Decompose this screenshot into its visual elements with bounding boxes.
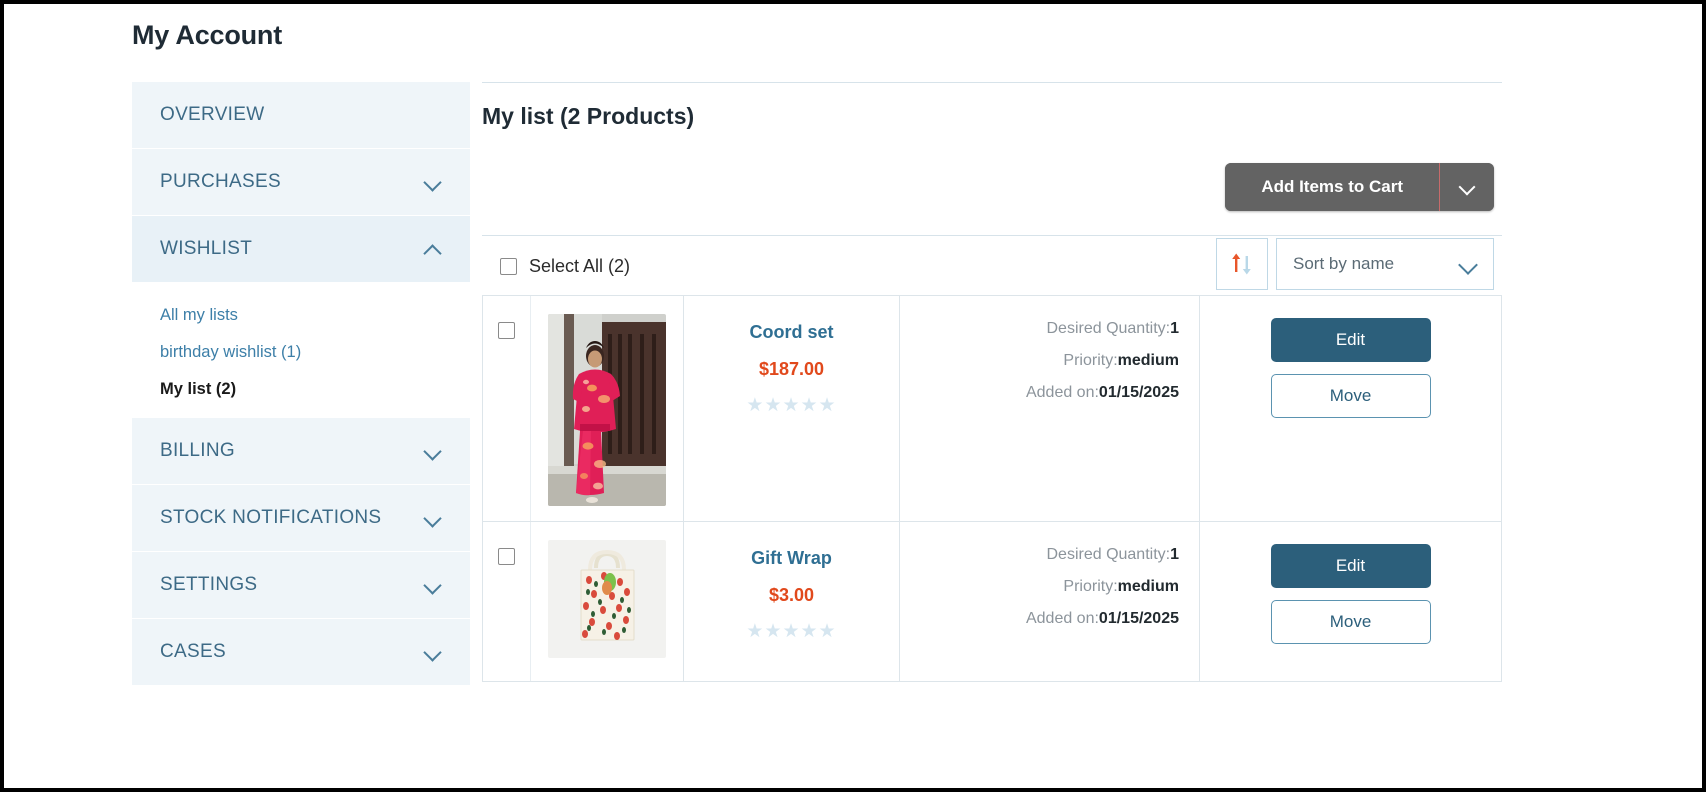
add-items-to-cart-dropdown-button[interactable] [1440, 163, 1494, 211]
sidebar-item-label: PURCHASES [160, 171, 281, 192]
desired-quantity-value: 1 [1170, 546, 1179, 563]
chevron-down-icon [424, 643, 442, 661]
account-sidebar: OVERVIEW PURCHASES WISHLIST All my lists… [132, 82, 470, 686]
priority-value: medium [1117, 352, 1179, 369]
product-price: $3.00 [768, 585, 815, 605]
chevron-up-icon [424, 240, 442, 258]
sidebar-item-cases[interactable]: CASES [132, 619, 470, 686]
row-select-cell [483, 296, 531, 521]
chevron-down-icon [424, 509, 442, 527]
sidebar-item-label: OVERVIEW [160, 104, 265, 125]
product-name[interactable]: Coord set [749, 322, 833, 343]
row-checkbox[interactable] [498, 548, 515, 565]
product-actions-cell: Edit Move [1200, 522, 1501, 681]
product-thumbnail[interactable] [548, 540, 666, 658]
table-row: Gift Wrap $3.00 ★★★★★ Desired Quantity:1… [483, 522, 1501, 682]
edit-button[interactable]: Edit [1270, 544, 1431, 588]
product-rating-stars[interactable]: ★★★★★ [746, 396, 836, 415]
sidebar-item-stock-notifications[interactable]: STOCK NOTIFICATIONS [132, 485, 470, 552]
sidebar-item-label: SETTINGS [160, 574, 258, 595]
row-checkbox[interactable] [498, 322, 515, 339]
added-on-line: Added on:01/15/2025 [1026, 610, 1179, 628]
sidebar-subitem-birthday-wishlist[interactable]: birthday wishlist (1) [132, 334, 470, 371]
product-meta-cell: Desired Quantity:1 Priority:medium Added… [900, 296, 1200, 521]
desired-quantity-label: Desired Quantity: [1046, 320, 1171, 337]
product-actions-cell: Edit Move [1200, 296, 1501, 521]
added-on-label: Added on: [1025, 384, 1099, 401]
product-image-cell [531, 296, 684, 521]
product-meta-cell: Desired Quantity:1 Priority:medium Added… [900, 522, 1200, 681]
move-button[interactable]: Move [1270, 374, 1431, 418]
list-title: My list (2 Products) [482, 103, 695, 129]
chevron-down-icon [424, 173, 442, 191]
chevron-down-icon [1459, 255, 1477, 273]
add-items-to-cart-button[interactable]: Add Items to Cart [1225, 163, 1440, 211]
row-select-cell [483, 522, 531, 681]
wishlist-toolbar: My list (2 Products) Add Items to Cart S… [482, 103, 1502, 290]
sort-direction-toggle[interactable] [1216, 238, 1268, 290]
product-image-cell [531, 522, 684, 681]
wishlist-main: My list (2 Products) Add Items to Cart S… [482, 82, 1692, 682]
product-info-cell: Coord set $187.00 ★★★★★ [684, 296, 900, 521]
sort-by-value: Sort by name [1293, 254, 1395, 273]
sort-controls: Sort by name [1216, 238, 1494, 290]
sidebar-item-settings[interactable]: SETTINGS [132, 552, 470, 619]
wishlist-sublist: All my lists birthday wishlist (1) My li… [132, 283, 470, 418]
product-name[interactable]: Gift Wrap [751, 548, 832, 569]
chevron-down-icon [424, 442, 442, 460]
priority-line: Priority:medium [1063, 352, 1179, 370]
priority-label: Priority: [1063, 578, 1118, 595]
desired-quantity-value: 1 [1170, 320, 1179, 337]
page-title: My Account [132, 20, 283, 50]
browser-viewport: My Account OVERVIEW PURCHASES WISHLIST A… [0, 0, 1706, 792]
added-on-value: 01/15/2025 [1098, 610, 1179, 627]
desired-quantity-label: Desired Quantity: [1046, 546, 1171, 563]
sidebar-item-label: BILLING [160, 440, 235, 461]
edit-button[interactable]: Edit [1270, 318, 1431, 362]
wishlist-product-table: Coord set $187.00 ★★★★★ Desired Quantity… [482, 295, 1502, 682]
sort-ascending-descending-icon [1231, 252, 1253, 276]
product-info-cell: Gift Wrap $3.00 ★★★★★ [684, 522, 900, 681]
sidebar-item-purchases[interactable]: PURCHASES [132, 149, 470, 216]
chevron-down-icon [1460, 180, 1474, 194]
account-page: My Account OVERVIEW PURCHASES WISHLIST A… [4, 4, 1702, 788]
select-all-checkbox[interactable] [500, 258, 517, 275]
product-rating-stars[interactable]: ★★★★★ [746, 622, 836, 641]
desired-quantity-line: Desired Quantity:1 [1046, 320, 1179, 338]
sidebar-item-label: CASES [160, 641, 226, 662]
sidebar-item-billing[interactable]: BILLING [132, 418, 470, 485]
select-all-label: Select All (2) [529, 256, 631, 276]
sidebar-item-label: WISHLIST [160, 238, 253, 259]
add-items-to-cart-group: Add Items to Cart [1225, 163, 1494, 211]
top-divider [482, 82, 1502, 83]
priority-value: medium [1117, 578, 1179, 595]
sidebar-item-wishlist[interactable]: WISHLIST [132, 216, 470, 283]
sidebar-item-label: STOCK NOTIFICATIONS [160, 507, 382, 528]
added-on-line: Added on:01/15/2025 [1026, 384, 1179, 402]
priority-label: Priority: [1063, 352, 1118, 369]
added-on-label: Added on: [1025, 610, 1099, 627]
sidebar-subitem-my-list[interactable]: My list (2) [132, 371, 470, 408]
product-thumbnail[interactable] [548, 314, 666, 506]
table-row: Coord set $187.00 ★★★★★ Desired Quantity… [483, 296, 1501, 522]
sort-by-select[interactable]: Sort by name [1276, 238, 1494, 290]
sidebar-subitem-all-my-lists[interactable]: All my lists [132, 297, 470, 334]
product-price: $187.00 [758, 359, 825, 379]
desired-quantity-line: Desired Quantity:1 [1046, 546, 1179, 564]
move-button[interactable]: Move [1270, 600, 1431, 644]
added-on-value: 01/15/2025 [1098, 384, 1179, 401]
chevron-down-icon [424, 576, 442, 594]
sidebar-item-overview[interactable]: OVERVIEW [132, 82, 470, 149]
priority-line: Priority:medium [1063, 578, 1179, 596]
